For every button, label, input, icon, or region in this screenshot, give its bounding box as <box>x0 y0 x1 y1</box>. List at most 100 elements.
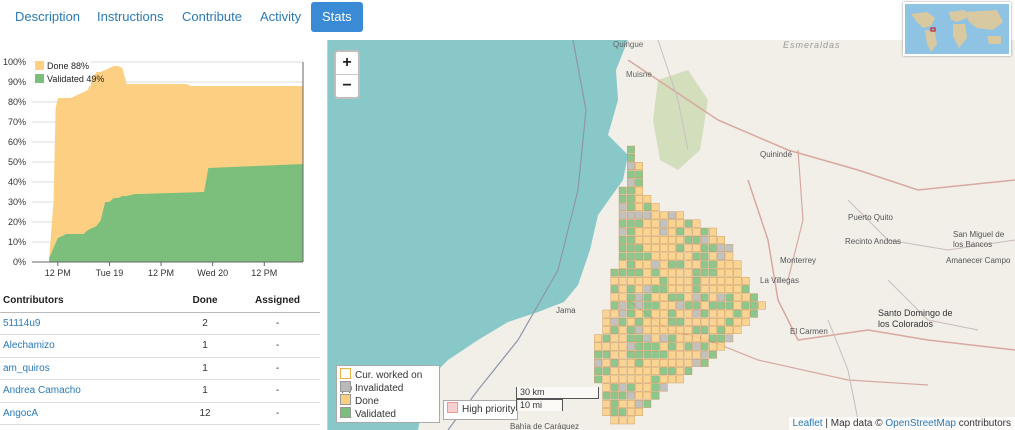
task-cell[interactable] <box>668 293 676 302</box>
task-cell[interactable] <box>643 252 652 261</box>
task-cell[interactable] <box>668 244 676 252</box>
task-cell[interactable] <box>610 268 619 277</box>
task-cell[interactable] <box>700 318 709 326</box>
task-cell[interactable] <box>651 309 660 318</box>
task-cell[interactable] <box>733 285 742 293</box>
task-cell[interactable] <box>733 276 742 285</box>
task-cell[interactable] <box>618 400 627 408</box>
task-cell[interactable] <box>692 293 701 302</box>
task-cell[interactable] <box>668 276 676 285</box>
task-cell[interactable] <box>602 350 611 359</box>
task-cell[interactable] <box>741 276 750 285</box>
task-cell[interactable] <box>635 318 643 326</box>
contributor-link[interactable]: 51114u9 <box>3 318 40 329</box>
task-cell[interactable] <box>692 276 701 285</box>
task-cell[interactable] <box>717 334 725 343</box>
task-cell[interactable] <box>725 334 734 343</box>
task-grid[interactable] <box>594 145 766 425</box>
task-cell[interactable] <box>725 326 734 334</box>
task-cell[interactable] <box>709 235 717 244</box>
tab-stats[interactable]: Stats <box>311 2 363 32</box>
task-cell[interactable] <box>709 293 717 302</box>
task-cell[interactable] <box>643 194 652 203</box>
task-cell[interactable] <box>627 162 635 171</box>
task-cell[interactable] <box>627 391 635 400</box>
task-cell[interactable] <box>700 326 709 334</box>
task-cell[interactable] <box>717 268 725 277</box>
overview-minimap[interactable] <box>903 2 1011 56</box>
task-cell[interactable] <box>651 391 660 400</box>
task-cell[interactable] <box>602 318 611 326</box>
task-cell[interactable] <box>635 235 643 244</box>
task-cell[interactable] <box>700 260 709 269</box>
task-cell[interactable] <box>618 326 627 334</box>
task-cell[interactable] <box>602 334 611 343</box>
task-cell[interactable] <box>651 252 660 261</box>
task-cell[interactable] <box>700 334 709 343</box>
task-cell[interactable] <box>733 309 742 318</box>
task-cell[interactable] <box>602 375 611 384</box>
task-map[interactable]: Esmeraldas Quingue Muisne Quinindé Puert… <box>328 40 1015 430</box>
task-cell[interactable] <box>594 350 602 359</box>
task-cell[interactable] <box>700 235 709 244</box>
task-cell[interactable] <box>676 301 684 310</box>
task-cell[interactable] <box>684 244 693 252</box>
task-cell[interactable] <box>627 408 635 416</box>
task-cell[interactable] <box>692 268 701 277</box>
task-cell[interactable] <box>635 293 643 302</box>
task-cell[interactable] <box>668 219 676 228</box>
task-cell[interactable] <box>676 276 684 285</box>
task-cell[interactable] <box>733 293 742 302</box>
task-cell[interactable] <box>692 235 701 244</box>
task-cell[interactable] <box>627 268 635 277</box>
task-cell[interactable] <box>643 367 652 375</box>
task-cell[interactable] <box>627 309 635 318</box>
task-cell[interactable] <box>635 285 643 293</box>
task-cell[interactable] <box>668 326 676 334</box>
task-cell[interactable] <box>627 276 635 285</box>
task-cell[interactable] <box>725 268 734 277</box>
task-cell[interactable] <box>676 268 684 277</box>
task-cell[interactable] <box>750 309 758 318</box>
task-cell[interactable] <box>651 227 660 236</box>
task-cell[interactable] <box>659 375 668 384</box>
task-cell[interactable] <box>676 260 684 269</box>
task-cell[interactable] <box>643 383 652 392</box>
task-cell[interactable] <box>651 342 660 351</box>
task-cell[interactable] <box>684 219 693 228</box>
task-cell[interactable] <box>692 309 701 318</box>
task-cell[interactable] <box>643 219 652 228</box>
task-cell[interactable] <box>717 342 725 351</box>
task-cell[interactable] <box>618 309 627 318</box>
task-cell[interactable] <box>651 244 660 252</box>
task-cell[interactable] <box>692 318 701 326</box>
task-cell[interactable] <box>668 301 676 310</box>
task-cell[interactable] <box>668 252 676 261</box>
task-cell[interactable] <box>684 309 693 318</box>
task-cell[interactable] <box>668 235 676 244</box>
task-cell[interactable] <box>635 162 643 171</box>
task-cell[interactable] <box>676 211 684 220</box>
task-cell[interactable] <box>651 276 660 285</box>
task-cell[interactable] <box>676 219 684 228</box>
task-cell[interactable] <box>676 359 684 367</box>
task-cell[interactable] <box>627 145 635 154</box>
task-cell[interactable] <box>684 301 693 310</box>
task-cell[interactable] <box>627 194 635 203</box>
task-cell[interactable] <box>700 244 709 252</box>
task-cell[interactable] <box>676 326 684 334</box>
task-cell[interactable] <box>659 334 668 343</box>
task-cell[interactable] <box>594 367 602 375</box>
task-cell[interactable] <box>602 326 611 334</box>
task-cell[interactable] <box>610 383 619 392</box>
task-cell[interactable] <box>618 276 627 285</box>
task-cell[interactable] <box>750 293 758 302</box>
task-cell[interactable] <box>643 375 652 384</box>
task-cell[interactable] <box>668 285 676 293</box>
task-cell[interactable] <box>651 326 660 334</box>
task-cell[interactable] <box>700 227 709 236</box>
task-cell[interactable] <box>618 342 627 351</box>
task-cell[interactable] <box>618 268 627 277</box>
task-cell[interactable] <box>627 227 635 236</box>
task-cell[interactable] <box>676 367 684 375</box>
